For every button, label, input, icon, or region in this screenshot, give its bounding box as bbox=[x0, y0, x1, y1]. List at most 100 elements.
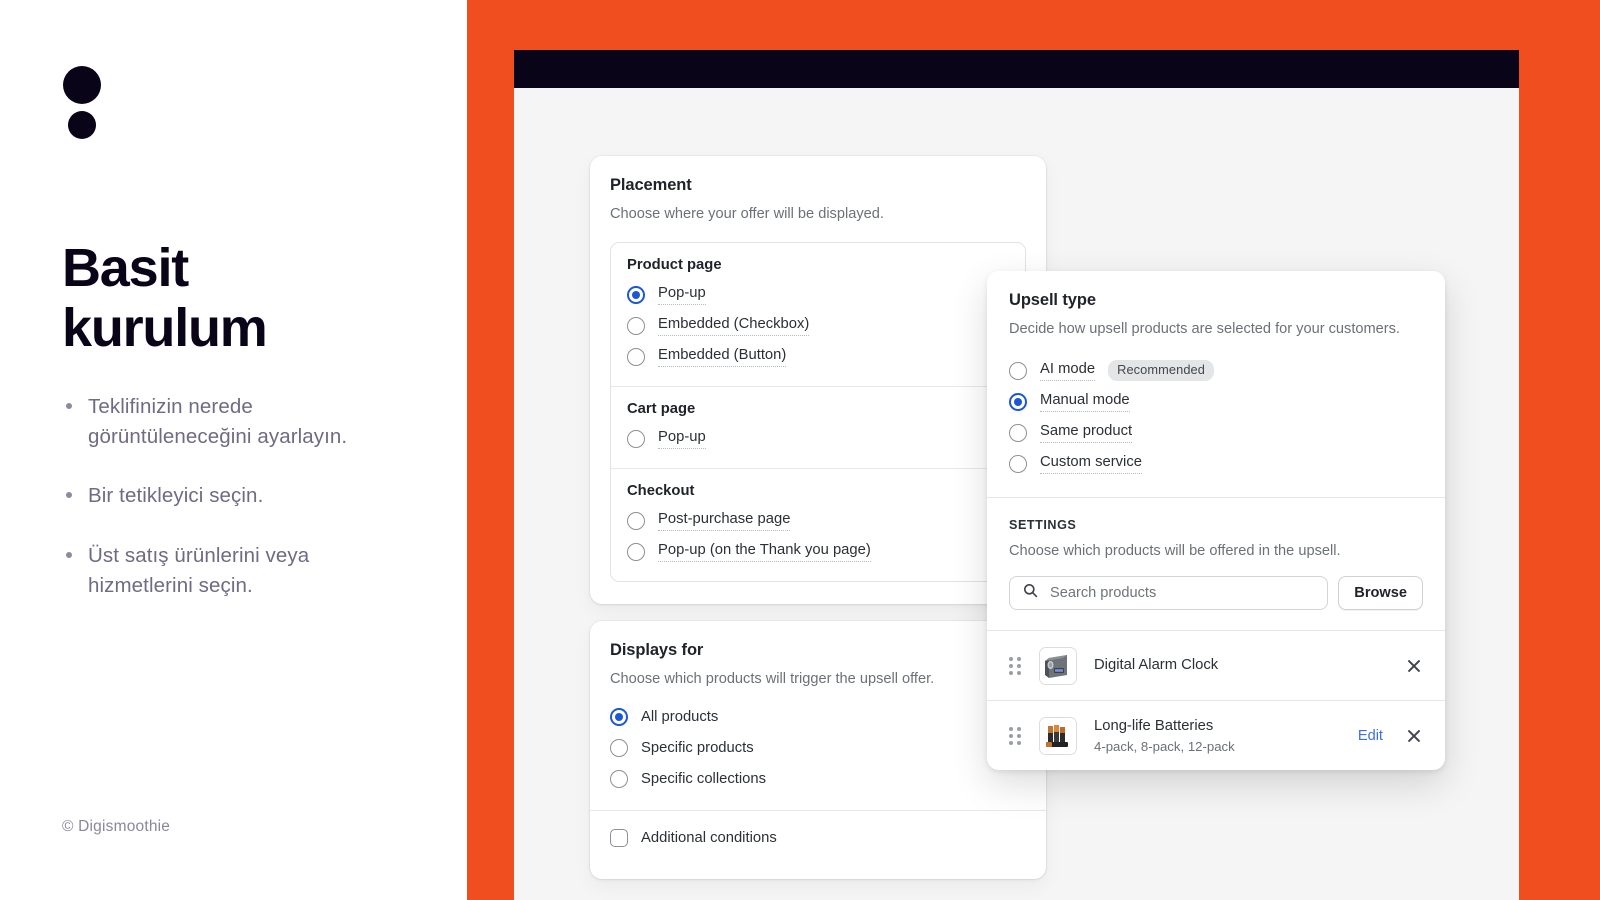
product-variants: 4-pack, 8-pack, 12-pack bbox=[1094, 739, 1235, 755]
radio-label: Embedded (Button) bbox=[658, 346, 787, 367]
page-root: Basit kurulum Teklifinizin nerede görüntü… bbox=[0, 0, 1600, 900]
radio-label: Pop-up (on the Thank you page) bbox=[658, 541, 871, 562]
displays-for-subtitle: Choose which products will trigger the u… bbox=[610, 671, 935, 687]
radio-icon[interactable] bbox=[1009, 361, 1027, 380]
copyright-text: © Digismoothie bbox=[62, 818, 171, 835]
radio-manual-mode[interactable]: Manual mode bbox=[1009, 386, 1423, 417]
product-search-row: Search products Browse bbox=[1009, 576, 1423, 610]
close-icon[interactable] bbox=[1405, 727, 1423, 745]
drag-handle-icon[interactable] bbox=[1009, 656, 1021, 675]
logo-dot-large bbox=[63, 66, 101, 104]
radio-checkout-post-purchase[interactable]: Post-purchase page bbox=[627, 505, 1009, 536]
radio-icon[interactable] bbox=[627, 347, 645, 366]
product-thumbnail-batteries bbox=[1039, 716, 1077, 755]
placement-card: Placement Choose where your offer will b… bbox=[590, 156, 1046, 604]
product-info: Digital Alarm Clock bbox=[1094, 656, 1405, 675]
search-input-placeholder: Search products bbox=[1050, 585, 1157, 601]
placement-subtitle: Choose where your offer will be displaye… bbox=[610, 206, 884, 222]
radio-specific-collections[interactable]: Specific collections bbox=[610, 763, 1026, 794]
radio-icon[interactable] bbox=[627, 542, 645, 561]
radio-label: Embedded (Checkbox) bbox=[658, 315, 810, 336]
upsell-type-options: AI mode Recommended Manual mode Same pro… bbox=[987, 355, 1445, 497]
placement-options-box: Product page Pop-up Embedded (Checkbox) bbox=[610, 242, 1026, 582]
app-body: Placement Choose where your offer will b… bbox=[514, 88, 1519, 900]
additional-conditions-row[interactable]: Additional conditions bbox=[590, 810, 1046, 867]
radio-icon[interactable] bbox=[627, 316, 645, 335]
close-icon[interactable] bbox=[1405, 657, 1423, 675]
radio-icon[interactable] bbox=[1009, 392, 1027, 411]
displays-for-body: Displays for Choose which products will … bbox=[590, 621, 1046, 810]
placement-group-cart-page: Cart page Pop-up bbox=[611, 386, 1025, 468]
browse-button[interactable]: Browse bbox=[1338, 576, 1423, 610]
product-name: Digital Alarm Clock bbox=[1094, 656, 1219, 673]
placement-group-product-page: Product page Pop-up Embedded (Checkbox) bbox=[611, 243, 1025, 386]
drag-handle-icon[interactable] bbox=[1009, 726, 1021, 745]
radio-icon[interactable] bbox=[1009, 454, 1027, 473]
radio-icon[interactable] bbox=[610, 707, 628, 726]
radio-label: Pop-up bbox=[658, 428, 706, 449]
radio-icon[interactable] bbox=[627, 429, 645, 448]
page-title-line1: Basit bbox=[62, 238, 189, 298]
list-item: Bir tetikleyici seçin. bbox=[62, 481, 392, 511]
product-thumbnail-alarm-clock bbox=[1039, 646, 1077, 685]
product-info: Long-life Batteries 4-pack, 8-pack, 12-p… bbox=[1094, 717, 1358, 754]
group-title: Cart page bbox=[627, 401, 696, 417]
radio-checkout-thank-you-pop-up[interactable]: Pop-up (on the Thank you page) bbox=[627, 536, 1009, 567]
upsell-settings-section: SETTINGS Choose which products will be o… bbox=[987, 497, 1445, 630]
radio-label: Specific products bbox=[641, 739, 754, 756]
two-dots-logo-icon bbox=[62, 66, 102, 144]
intro-panel: Basit kurulum Teklifinizin nerede görüntü… bbox=[0, 0, 467, 900]
displays-for-title: Displays for bbox=[610, 641, 704, 659]
radio-product-embedded-checkbox[interactable]: Embedded (Checkbox) bbox=[627, 310, 1009, 341]
edit-link[interactable]: Edit bbox=[1358, 728, 1383, 744]
radio-label: Post-purchase page bbox=[658, 510, 791, 531]
product-name: Long-life Batteries bbox=[1094, 717, 1214, 734]
page-title-line2: kurulum bbox=[62, 298, 268, 359]
radio-custom-service[interactable]: Custom service bbox=[1009, 448, 1423, 479]
app-topbar bbox=[514, 50, 1519, 88]
radio-specific-products[interactable]: Specific products bbox=[610, 732, 1026, 763]
radio-label: AI mode bbox=[1040, 360, 1096, 381]
list-item: Teklifinizin nerede görüntüleneceğini ay… bbox=[62, 392, 392, 451]
accent-stage: Placement Choose where your offer will b… bbox=[467, 0, 1600, 900]
radio-label: Pop-up bbox=[658, 284, 706, 305]
radio-icon[interactable] bbox=[610, 769, 628, 788]
radio-label: Custom service bbox=[1040, 453, 1142, 474]
search-input[interactable]: Search products bbox=[1009, 576, 1329, 610]
upsell-type-panel: Upsell type Decide how upsell products a… bbox=[987, 271, 1445, 770]
radio-same-product[interactable]: Same product bbox=[1009, 417, 1423, 448]
radio-icon[interactable] bbox=[627, 511, 645, 530]
page-title: Basit kurulum bbox=[62, 238, 268, 359]
settings-heading: SETTINGS bbox=[1009, 518, 1077, 532]
app-window: Placement Choose where your offer will b… bbox=[514, 50, 1519, 900]
radio-label: Specific collections bbox=[641, 770, 767, 787]
radio-icon[interactable] bbox=[1009, 423, 1027, 442]
radio-ai-mode[interactable]: AI mode Recommended bbox=[1009, 355, 1423, 386]
logo-dot-small bbox=[68, 111, 96, 139]
group-title: Product page bbox=[627, 257, 722, 273]
group-title: Checkout bbox=[627, 483, 695, 499]
upsell-type-header: Upsell type Decide how upsell products a… bbox=[987, 271, 1445, 355]
displays-for-card: Displays for Choose which products will … bbox=[590, 621, 1046, 879]
search-icon bbox=[1022, 582, 1039, 604]
list-item: Üst satış ürünlerini veya hizmetlerini s… bbox=[62, 541, 392, 600]
radio-cart-pop-up[interactable]: Pop-up bbox=[627, 423, 1009, 454]
radio-label: Manual mode bbox=[1040, 391, 1130, 412]
radio-product-embedded-button[interactable]: Embedded (Button) bbox=[627, 341, 1009, 372]
feature-bullet-list: Teklifinizin nerede görüntüleneceğini ay… bbox=[62, 392, 392, 631]
settings-description: Choose which products will be offered in… bbox=[1009, 543, 1341, 559]
upsell-type-title: Upsell type bbox=[1009, 291, 1096, 309]
radio-product-pop-up[interactable]: Pop-up bbox=[627, 279, 1009, 310]
list-item[interactable]: Long-life Batteries 4-pack, 8-pack, 12-p… bbox=[987, 700, 1445, 770]
checkbox-icon[interactable] bbox=[610, 829, 628, 847]
radio-icon[interactable] bbox=[610, 738, 628, 757]
radio-icon[interactable] bbox=[627, 285, 645, 304]
upsell-type-subtitle: Decide how upsell products are selected … bbox=[1009, 321, 1400, 337]
radio-all-products[interactable]: All products bbox=[610, 701, 1026, 732]
placement-title: Placement bbox=[610, 176, 692, 194]
additional-conditions-label: Additional conditions bbox=[641, 830, 777, 846]
list-item[interactable]: Digital Alarm Clock bbox=[987, 630, 1445, 700]
status-badge: Recommended bbox=[1108, 359, 1214, 382]
placement-group-checkout: Checkout Post-purchase page Pop-up (on t… bbox=[611, 468, 1025, 581]
radio-label: All products bbox=[641, 708, 719, 725]
